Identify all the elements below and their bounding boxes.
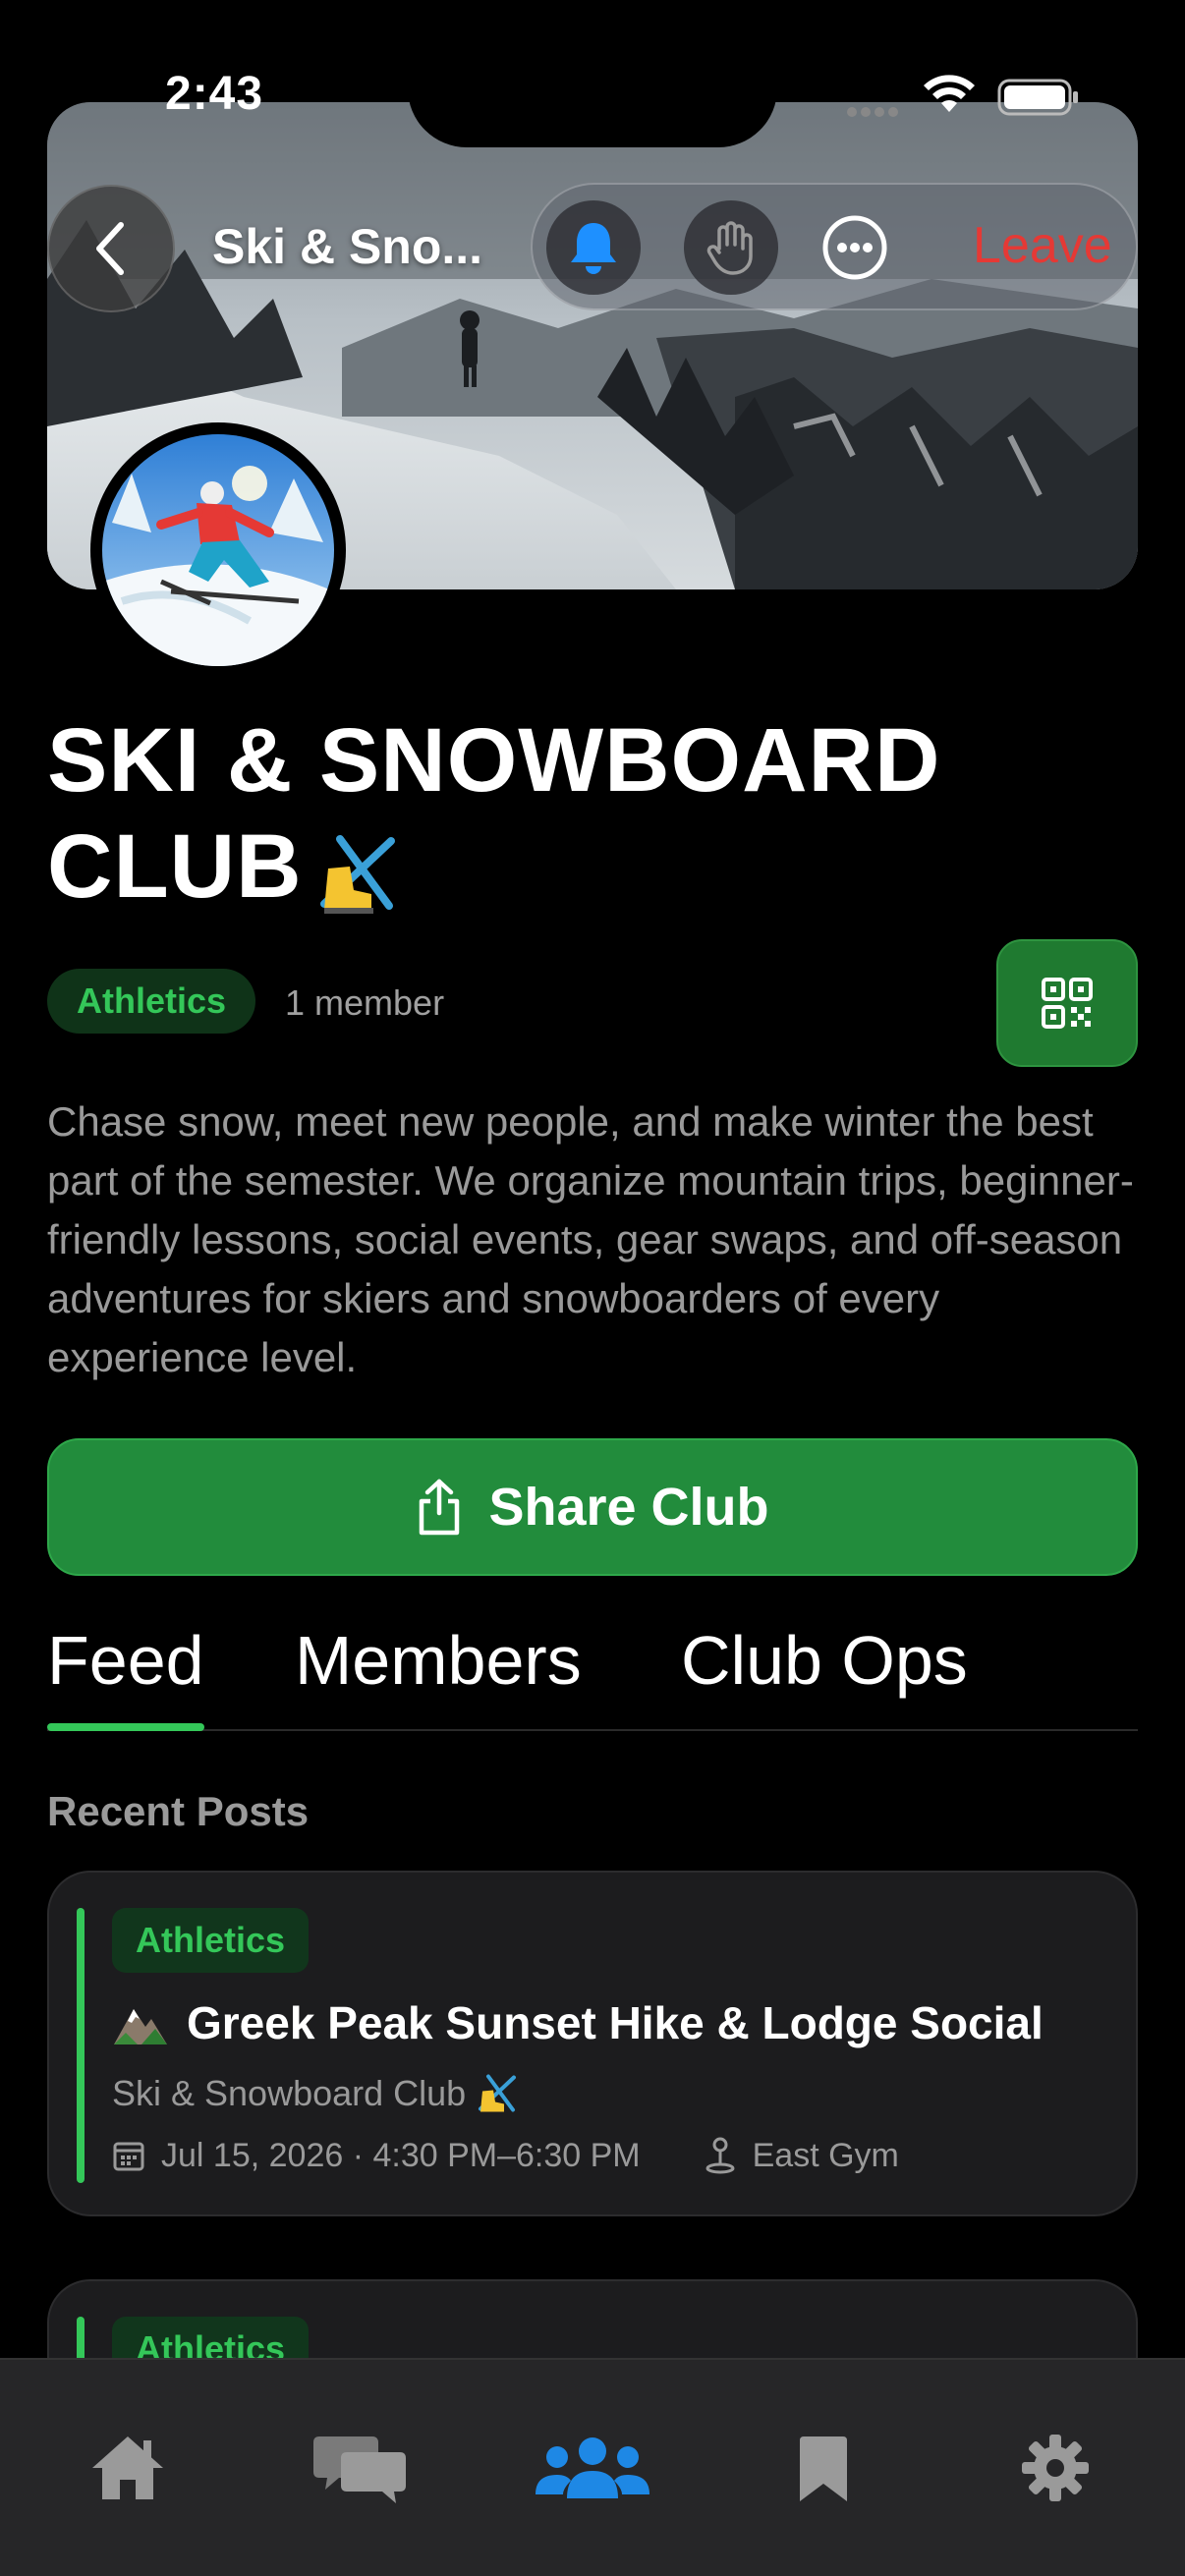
ellipsis-circle-icon [822,215,887,280]
share-club-label: Share Club [488,1478,769,1537]
back-button[interactable] [47,185,175,312]
section-heading-recent-posts: Recent Posts [47,1788,310,1834]
tab-bar-home[interactable] [69,2419,187,2517]
club-title-text: SKI & SNOWBOARD CLUB [47,710,941,917]
wifi-icon [924,75,975,112]
post-accent-bar [77,1908,85,2183]
tab-feed[interactable]: Feed [47,1621,204,1700]
bell-icon [571,223,616,274]
groups-icon [536,2437,649,2498]
tab-bar-clubs[interactable] [534,2419,651,2517]
club-description: Chase snow, meet new people, and make wi… [47,1098,1134,1380]
club-avatar [90,422,346,678]
qr-code-icon [1042,978,1093,1029]
post-datetime: Jul 15, 2026 · 4:30 PM–6:30 PM [161,2136,641,2174]
post-club-name: Ski & Snowboard Club [112,2071,517,2116]
status-bar: 2:43 [0,0,1185,147]
more-options-button[interactable] [808,200,902,295]
leave-button[interactable]: Leave [973,216,1112,275]
club-tabs: Feed Members Club Ops [47,1621,1138,1731]
battery-icon [997,79,1078,116]
dynamic-island [408,0,777,147]
settings-gear-icon [1022,2435,1089,2501]
raised-hand-icon [706,221,753,275]
post-location: East Gym [752,2136,899,2174]
tab-bar-chats[interactable] [302,2419,420,2517]
club-actions-bar: Leave [531,183,1138,310]
post-club-label: Ski & Snowboard Club [112,2073,467,2113]
tab-members[interactable]: Members [295,1621,582,1700]
status-time: 2:43 [165,68,264,120]
notifications-button[interactable] [546,200,641,295]
selected-tab-indicator [47,1723,204,1731]
share-club-button[interactable]: Share Club [47,1438,1138,1576]
calendar-icon [113,2142,144,2171]
home-icon [92,2436,163,2499]
post-title: Greek Peak Sunset Hike & Lodge Social [187,1997,1044,2048]
post-card[interactable]: Athletics Greek Peak Sunset Hike & Lodge… [47,1871,1138,2216]
cellular-signal-icon [847,104,902,122]
club-title: SKI & SNOWBOARD CLUB [47,707,1128,920]
raise-hand-button[interactable] [684,200,778,295]
location-pin-icon [705,2137,735,2174]
share-icon [420,1479,460,1536]
qr-code-button[interactable] [996,939,1138,1067]
bookmark-icon [800,2436,847,2501]
ski-boot-emoji-icon [319,834,395,914]
tab-bar-saved[interactable] [764,2419,882,2517]
tab-club-ops[interactable]: Club Ops [681,1621,968,1700]
post-category-badge: Athletics [112,1908,310,1973]
post-title-row: Greek Peak Sunset Hike & Lodge Social [112,1996,1044,2049]
tab-bar-settings[interactable] [996,2419,1114,2517]
member-count[interactable]: 1 member [285,982,444,1024]
chevron-left-icon [96,222,124,275]
nav-title: Ski & Sno... [212,219,483,274]
mountain-emoji-icon [114,2009,167,2044]
ski-boot-emoji-icon [479,2074,517,2112]
chat-bubbles-icon [313,2436,406,2503]
category-badge: Athletics [47,969,256,1034]
bottom-tab-bar [0,2358,1185,2576]
post-meta: Jul 15, 2026 · 4:30 PM–6:30 PM East Gym [112,2136,899,2175]
